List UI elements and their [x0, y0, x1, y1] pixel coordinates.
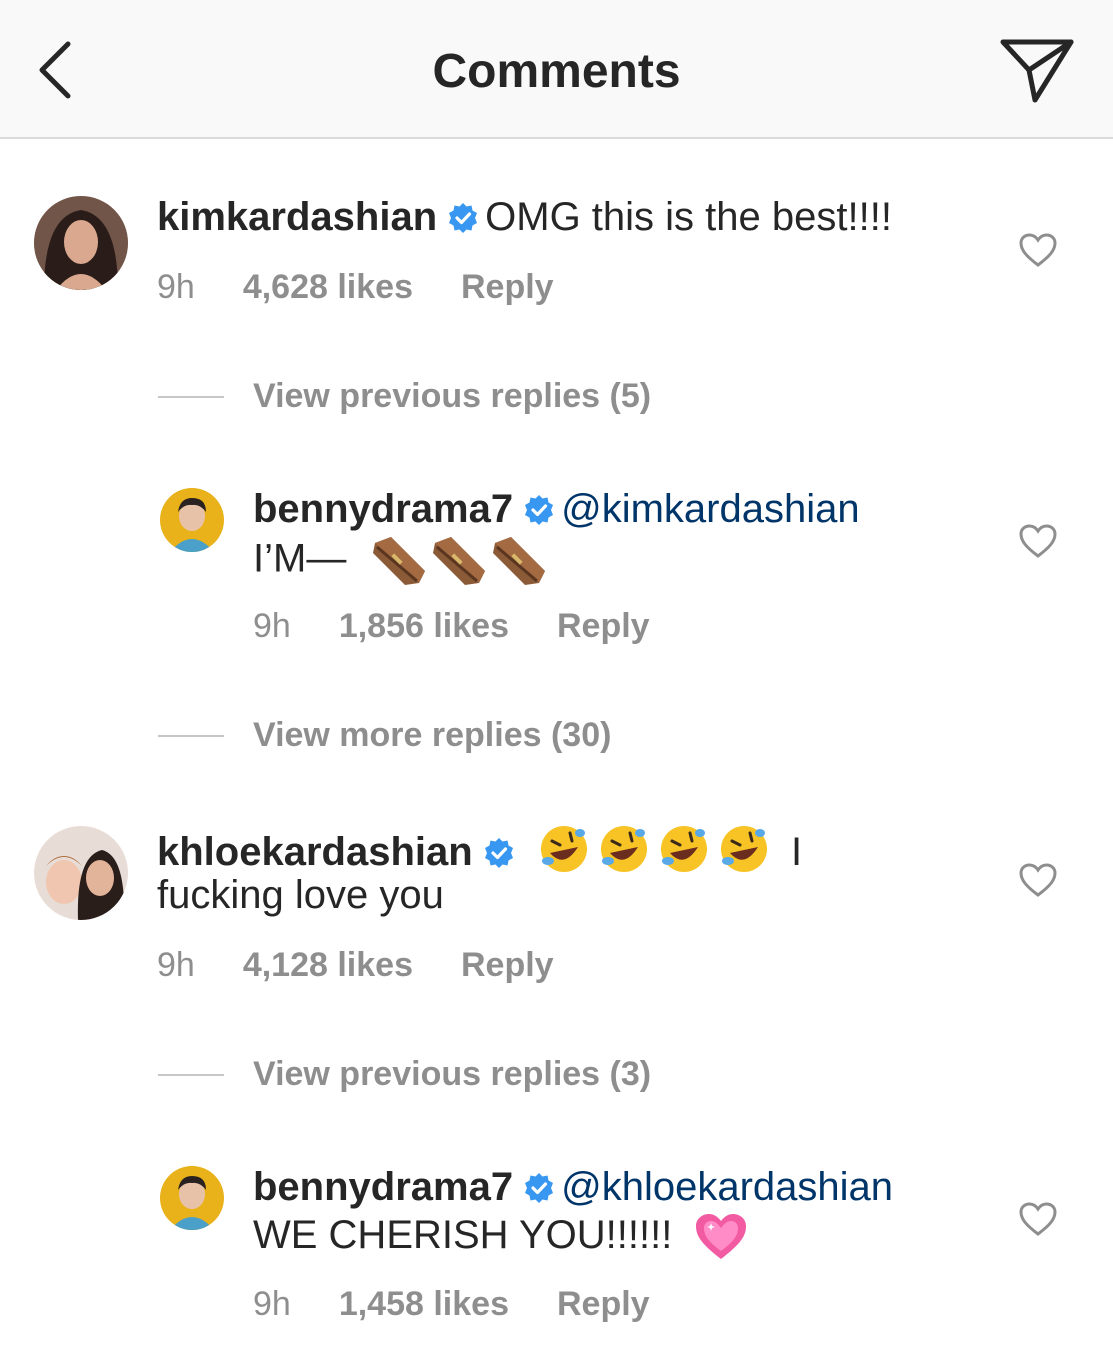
heart-outline-icon [1019, 233, 1057, 267]
comment-body: bennydrama7 @khloekardashian [253, 1163, 893, 1211]
comment-text-line: I’M— [253, 533, 549, 589]
coffin-emoji [373, 537, 546, 585]
avatar[interactable] [34, 826, 128, 920]
comment-meta: 9h 4,628 likes Reply [157, 268, 602, 307]
username[interactable]: bennydrama7 [253, 1165, 513, 1209]
comment-meta: 9h 1,856 likes Reply [253, 607, 698, 646]
comment-body: bennydrama7 @kimkardashian [253, 485, 860, 533]
divider [158, 396, 224, 398]
sparkling-heart-emoji [696, 1214, 747, 1260]
comment-body: khloekardashian I [157, 823, 802, 876]
reply-button[interactable]: Reply [557, 607, 650, 645]
mention-link[interactable]: @kimkardashian [561, 487, 860, 531]
like-button[interactable] [1018, 1201, 1058, 1237]
comment-meta: 9h 4,128 likes Reply [157, 946, 602, 985]
page-title: Comments [432, 45, 681, 98]
view-previous-replies-button[interactable]: View previous replies (3) [253, 1055, 651, 1094]
divider [158, 1074, 224, 1076]
verified-badge-icon [525, 1173, 554, 1203]
mention-link[interactable]: @khloekardashian [561, 1165, 893, 1209]
comment-text: I’M— [253, 536, 347, 581]
comment-body: kimkardashian OMG this is the best!!!! [157, 193, 892, 241]
header-bar: Comments [0, 0, 1113, 139]
like-button[interactable] [1018, 232, 1058, 268]
like-button[interactable] [1018, 523, 1058, 559]
view-previous-replies-button[interactable]: View previous replies (5) [253, 377, 651, 416]
share-button[interactable] [995, 34, 1079, 108]
comment-text: I [790, 830, 803, 874]
comment-text: WE CHERISH YOU!!!!!! [253, 1213, 673, 1257]
avatar[interactable] [160, 488, 224, 552]
likes-count[interactable]: 4,628 likes [243, 268, 413, 306]
timestamp: 9h [157, 268, 195, 306]
username[interactable]: khloekardashian [157, 830, 473, 874]
username[interactable]: kimkardashian [157, 195, 437, 239]
avatar[interactable] [160, 1166, 224, 1230]
heart-outline-icon [1019, 863, 1057, 897]
divider [158, 735, 224, 737]
heart-outline-icon [1019, 1202, 1057, 1236]
reply-button[interactable]: Reply [461, 268, 554, 306]
paper-plane-icon [1000, 39, 1074, 103]
reply-button[interactable]: Reply [461, 946, 554, 984]
comment-text: OMG this is the best!!!! [485, 195, 892, 239]
reply-button[interactable]: Reply [557, 1285, 650, 1323]
rolling-on-floor-laughing-emoji [540, 826, 767, 872]
avatar[interactable] [34, 196, 128, 290]
likes-count[interactable]: 1,458 likes [339, 1285, 509, 1323]
comment-text: fucking love you [157, 873, 444, 917]
verified-badge-icon [484, 838, 513, 868]
username[interactable]: bennydrama7 [253, 487, 513, 531]
comment-meta: 9h 1,458 likes Reply [253, 1285, 698, 1324]
comment-text-line: WE CHERISH YOU!!!!!! [253, 1211, 749, 1263]
timestamp: 9h [253, 607, 291, 645]
verified-badge-icon [449, 203, 478, 233]
heart-outline-icon [1019, 524, 1057, 558]
timestamp: 9h [157, 946, 195, 984]
like-button[interactable] [1018, 862, 1058, 898]
likes-count[interactable]: 4,128 likes [243, 946, 413, 984]
view-more-replies-button[interactable]: View more replies (30) [253, 716, 611, 755]
likes-count[interactable]: 1,856 likes [339, 607, 509, 645]
timestamp: 9h [253, 1285, 291, 1323]
verified-badge-icon [525, 495, 554, 525]
